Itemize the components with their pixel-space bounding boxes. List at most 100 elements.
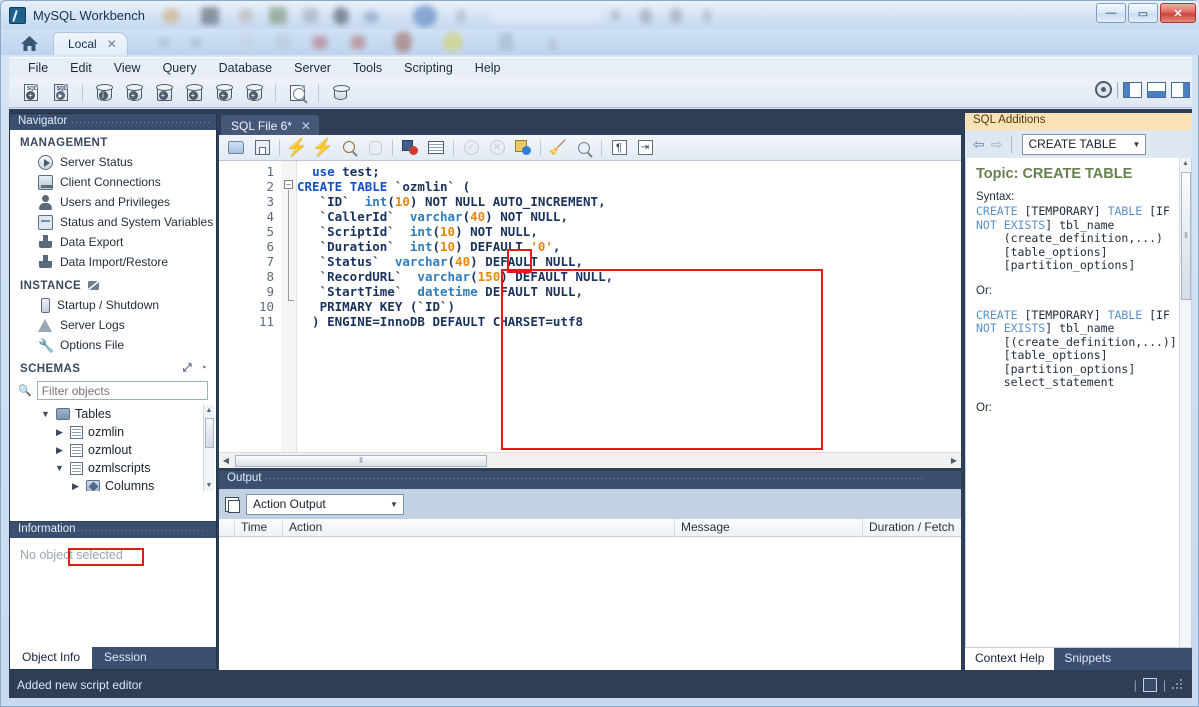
chevron-down-icon[interactable]: ▼ — [40, 409, 51, 419]
tree-item-columns[interactable]: ▶ Columns — [12, 477, 214, 491]
new-view-button[interactable]: + — [182, 82, 206, 104]
code-folding-column[interactable]: – — [281, 161, 297, 452]
menu-tools[interactable]: Tools — [342, 59, 393, 77]
output-table-body[interactable] — [219, 537, 961, 670]
toggle-limit-rows-button[interactable] — [425, 138, 447, 158]
toggle-autocommit-button[interactable] — [512, 138, 534, 158]
execute-statements-button[interactable]: ⚡ — [286, 138, 308, 158]
scroll-up-icon[interactable]: ▲ — [1180, 158, 1191, 170]
search-database-button[interactable] — [285, 82, 309, 104]
reconnect-to-dbms-button[interactable] — [328, 82, 352, 104]
open-sql-script-button[interactable]: SQL ▸ — [49, 82, 73, 104]
tree-item-tables[interactable]: ▼ Tables — [12, 405, 214, 423]
menu-server[interactable]: Server — [283, 59, 342, 77]
toggle-word-wrap-button[interactable]: ⇥ — [634, 138, 656, 158]
menu-database[interactable]: Database — [208, 59, 284, 77]
new-sql-tab-button[interactable]: SQL + — [19, 82, 43, 104]
sql-code-text[interactable]: use test; CREATE TABLE `ozmlin` ( `ID` in… — [297, 161, 961, 452]
sidebar-item-server-status[interactable]: Server Status — [10, 152, 216, 172]
sidebar-item-data-import-restore[interactable]: Data Import/Restore — [10, 252, 216, 272]
scrollbar-thumb[interactable]: ⦀ — [1181, 172, 1191, 300]
code-editor[interactable]: 1 2 3 4 5 6 7 8 9 10 11 – use test; CREA… — [219, 161, 961, 468]
chevron-right-icon[interactable]: ▶ — [70, 481, 81, 492]
chevron-down-icon[interactable]: ▼ — [54, 463, 65, 473]
close-icon[interactable]: ✕ — [301, 119, 311, 133]
scroll-right-icon[interactable]: ▶ — [947, 456, 961, 465]
menu-scripting[interactable]: Scripting — [393, 59, 464, 77]
scroll-left-icon[interactable]: ◀ — [219, 456, 233, 465]
chevron-right-icon[interactable]: ▶ — [54, 445, 65, 456]
close-icon[interactable]: ✕ — [107, 37, 117, 51]
scroll-up-icon[interactable]: ▲ — [204, 405, 214, 416]
back-arrow-icon[interactable]: ⇦ — [973, 136, 985, 153]
tab-snippets[interactable]: Snippets — [1054, 648, 1121, 670]
sidebar-item-options-file[interactable]: 🔧 Options File — [10, 335, 216, 355]
sidebar-item-users-and-privileges[interactable]: Users and Privileges — [10, 192, 216, 212]
tree-item-label: ozmlscripts — [88, 461, 151, 475]
output-panel-toggle[interactable] — [1147, 81, 1166, 98]
tab-session[interactable]: Session — [92, 647, 159, 669]
new-schema-button[interactable]: + — [122, 82, 146, 104]
copy-icon[interactable] — [225, 496, 240, 513]
search-input[interactable] — [36, 381, 208, 400]
new-table-button[interactable]: + — [152, 82, 176, 104]
sidebar-panel-toggle[interactable] — [1123, 81, 1142, 98]
scrollbar-thumb[interactable]: ⦀ — [235, 455, 487, 467]
tab-context-help[interactable]: Context Help — [965, 648, 1055, 670]
open-file-button[interactable] — [225, 138, 247, 158]
new-procedure-button[interactable]: + — [212, 82, 236, 104]
editor-horizontal-scrollbar[interactable]: ◀ ⦀ ▶ — [219, 452, 961, 468]
fold-toggle-icon[interactable]: – — [284, 180, 293, 189]
schema-tree-scrollbar[interactable]: ▲ ▼ — [203, 405, 214, 491]
toggle-invisible-chars-button[interactable]: ¶ — [608, 138, 630, 158]
tree-item-ozmlin[interactable]: ▶ ozmlin — [12, 423, 214, 441]
find-button[interactable] — [573, 138, 595, 158]
resize-grip-icon[interactable] — [1172, 679, 1184, 691]
sidebar-item-status-and-system-variables[interactable]: Status and System Variables — [10, 212, 216, 232]
sidebar-item-client-connections[interactable]: Client Connections — [10, 172, 216, 192]
explain-statement-button[interactable] — [338, 138, 360, 158]
menu-edit[interactable]: Edit — [59, 59, 103, 77]
expand-icon[interactable]: ⤢ — [183, 362, 192, 375]
output-table-header: Time Action Message Duration / Fetch — [219, 519, 961, 537]
toggle-stop-on-error-button[interactable] — [399, 138, 421, 158]
save-file-button[interactable] — [251, 138, 273, 158]
gear-icon[interactable] — [1095, 81, 1112, 98]
connection-tab-local[interactable]: Local ✕ — [53, 32, 128, 55]
tree-item-ozmlout[interactable]: ▶ ozmlout — [12, 441, 214, 459]
chevron-right-icon[interactable]: ▶ — [54, 427, 65, 438]
close-button[interactable]: ✕ — [1160, 3, 1196, 23]
beautify-sql-button[interactable]: 🧹 — [547, 138, 569, 158]
sidebar-item-data-export[interactable]: Data Export — [10, 232, 216, 252]
tab-sql-file-6[interactable]: SQL File 6* ✕ — [221, 115, 319, 135]
sidebar-item-server-logs[interactable]: Server Logs — [10, 315, 216, 335]
rollback-x-icon: ✕ — [489, 140, 505, 155]
output-view-select[interactable]: Action Output ▼ — [246, 493, 404, 515]
database-info-button[interactable]: i — [92, 82, 116, 104]
menu-help[interactable]: Help — [464, 59, 512, 77]
tree-item-ozmlscripts[interactable]: ▼ ozmlscripts — [12, 459, 214, 477]
context-help-scrollbar[interactable]: ▲ ⦀ — [1179, 158, 1191, 647]
maximize-button[interactable]: ▭ — [1128, 3, 1158, 23]
tab-object-info[interactable]: Object Info — [10, 647, 93, 669]
chevron-down-icon[interactable]: ▼ — [1129, 140, 1143, 149]
forward-arrow-icon[interactable]: ⇨ — [991, 136, 1003, 153]
home-button[interactable] — [13, 31, 45, 55]
secondary-panel-toggle[interactable] — [1171, 81, 1190, 98]
refresh-icon[interactable]: ◔ — [200, 362, 207, 375]
sidebar-item-startup-shutdown[interactable]: Startup / Shutdown — [10, 295, 216, 315]
execute-current-statement-button[interactable]: ⚡ — [312, 138, 334, 158]
menu-file[interactable]: File — [17, 59, 59, 77]
chevron-down-icon[interactable]: ▼ — [387, 500, 401, 509]
topic-select[interactable]: CREATE TABLE ▼ — [1022, 133, 1147, 155]
minimize-button[interactable]: — — [1096, 3, 1126, 23]
menu-view[interactable]: View — [103, 59, 152, 77]
scroll-down-icon[interactable]: ▼ — [204, 480, 214, 491]
scrollbar-thumb[interactable] — [205, 418, 214, 448]
log-icon[interactable] — [1142, 678, 1157, 692]
rollback-button: ✕ — [486, 138, 508, 158]
code-line: `CallerId` varchar(40) NOT NULL, — [297, 209, 568, 224]
context-help-body[interactable]: Topic: CREATE TABLE Syntax: CREATE [TEMP… — [965, 158, 1192, 648]
menu-query[interactable]: Query — [152, 59, 208, 77]
new-function-button[interactable]: + — [242, 82, 266, 104]
